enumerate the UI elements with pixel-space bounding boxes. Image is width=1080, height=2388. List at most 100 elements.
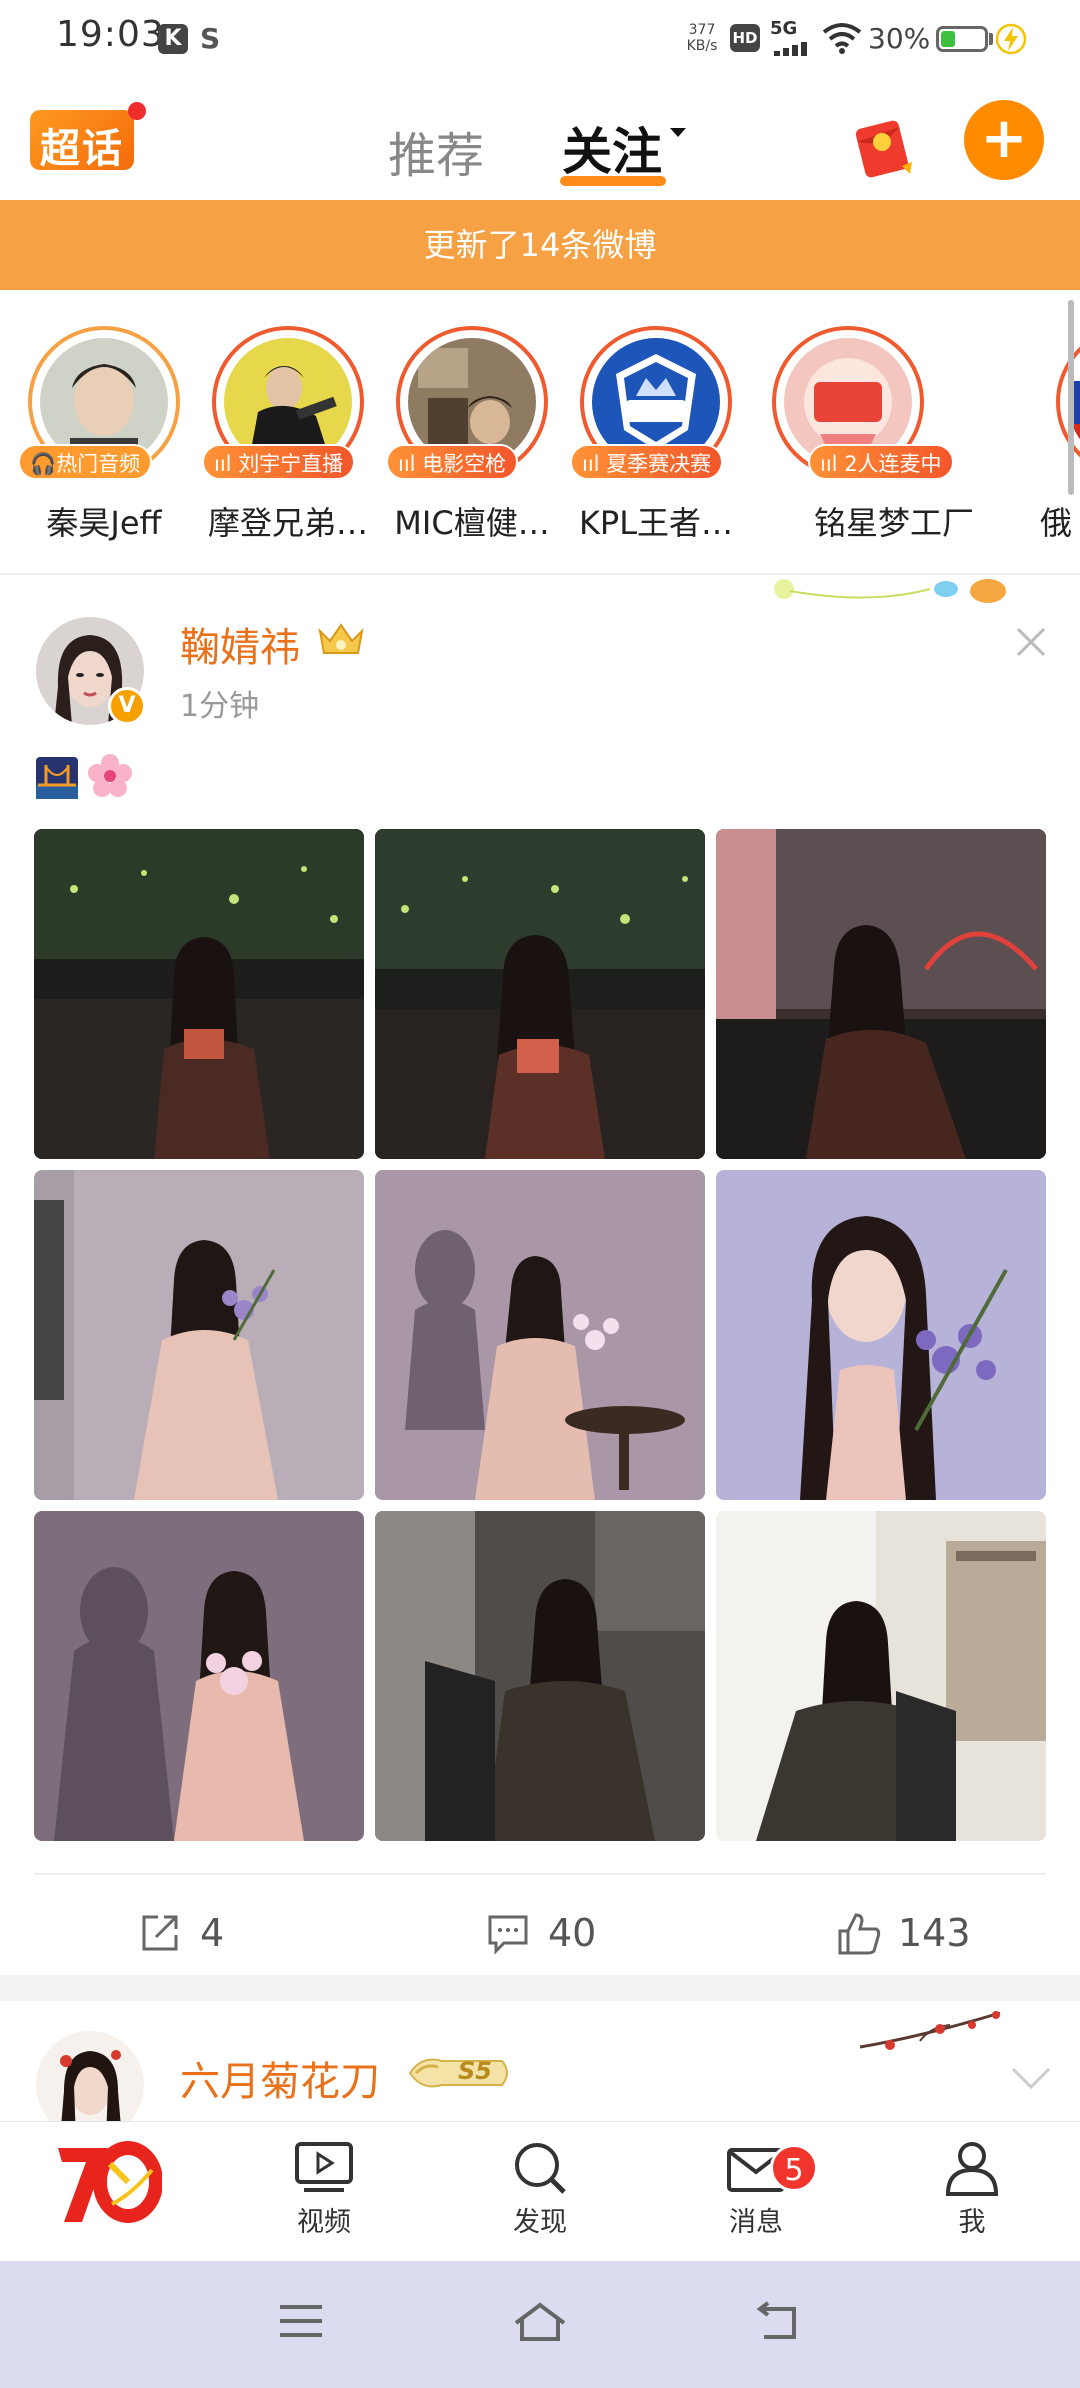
audio-bars-icon: ııl — [820, 452, 845, 476]
thumbs-up-icon — [838, 1913, 881, 1955]
post-time: 1分钟 — [180, 689, 260, 724]
post-text — [36, 753, 133, 803]
hd-icon: HD — [730, 24, 760, 52]
bridge-night-emoji — [36, 757, 78, 799]
system-nav-bar — [0, 2261, 1080, 2388]
tab-following[interactable]: 关注 — [562, 112, 662, 184]
status-bar: 19:03 K S 377 KB/s HD 5G 30% — [0, 0, 1080, 80]
compose-plus-button[interactable]: + — [964, 100, 1044, 180]
crown-badge-icon — [318, 623, 364, 654]
comment-count: 40 — [548, 1911, 597, 1955]
battery-cap — [989, 33, 993, 45]
nav-video[interactable]: 视频 — [254, 2140, 394, 2239]
top-header: 超话 推荐 关注 + — [0, 80, 1080, 200]
story-tag-label: 2人连麦中 — [844, 452, 942, 476]
charging-icon — [996, 23, 1026, 55]
wifi-icon — [822, 23, 862, 54]
nav-label: 我 — [958, 2207, 986, 2238]
story-tag: ııl 2人连麦中 — [808, 444, 954, 480]
home-icon[interactable] — [512, 2301, 568, 2343]
story-name: 秦昊Jeff — [46, 504, 162, 542]
chevron-down-icon[interactable] — [670, 128, 686, 137]
post-image[interactable] — [34, 1170, 364, 1500]
post-image[interactable] — [375, 829, 705, 1159]
actions-divider — [34, 1873, 1046, 1875]
author-name[interactable]: 鞠婧祎 — [180, 615, 300, 673]
story-scrollbar[interactable] — [1068, 300, 1074, 495]
comment-icon — [488, 1915, 528, 1955]
story-name: 铭星梦工厂 — [813, 504, 974, 542]
nav-messages[interactable]: 消息 5 — [686, 2140, 826, 2239]
story-name: 俄 — [1040, 504, 1073, 542]
post-image[interactable] — [34, 829, 364, 1159]
app-k-icon: K — [158, 24, 188, 54]
author-name[interactable]: 六月菊花刀 — [180, 2049, 380, 2107]
story-tag: ııl 夏季赛决赛 — [570, 444, 724, 480]
story-tag-label: 热门音频 — [56, 452, 141, 476]
network-type: 5G — [770, 18, 798, 39]
cherry-blossom-emoji — [88, 754, 133, 797]
headphones-icon: 🎧 — [30, 452, 57, 476]
back-icon[interactable] — [756, 2301, 802, 2343]
post-image[interactable] — [716, 1511, 1046, 1841]
video-icon — [295, 2142, 353, 2192]
sleeping-cat-decoration-icon — [774, 579, 1006, 603]
level-badge: S5 — [402, 2053, 514, 2097]
nav-profile[interactable]: 我 — [902, 2140, 1042, 2239]
chaohua-logo[interactable]: 超话 — [30, 110, 134, 172]
audio-bars-icon: ııl — [214, 452, 239, 476]
tab-recommend[interactable]: 推荐 — [388, 116, 484, 186]
menu-icon[interactable] — [278, 2301, 324, 2341]
verified-badge: V — [108, 687, 146, 725]
post-separator — [0, 1975, 1080, 2001]
active-tab-indicator — [560, 176, 666, 186]
signal-icon — [774, 42, 807, 56]
post-image[interactable] — [716, 829, 1046, 1159]
level-badge-text: S5 — [458, 2057, 492, 2085]
story-tag: ııl 电影空枪 — [386, 444, 519, 480]
battery-icon — [936, 26, 988, 52]
home-tab[interactable] — [52, 2134, 163, 2238]
feed-post-2: 六月菊花刀 S5 — [0, 2001, 1080, 2121]
battery-percent: 30% — [868, 22, 931, 55]
notification-dot — [128, 102, 146, 120]
person-icon — [945, 2142, 999, 2196]
battery-fill — [941, 31, 955, 47]
net-speed-value: 377 — [688, 22, 716, 38]
story-tag: ııl 刘宇宁直播 — [202, 444, 356, 480]
net-speed: 377 KB/s — [682, 22, 722, 54]
author-avatar[interactable] — [36, 2031, 144, 2121]
post-image[interactable] — [375, 1511, 705, 1841]
repost-icon — [142, 1915, 178, 1951]
close-icon[interactable] — [1014, 625, 1048, 659]
story-tag-label: 电影空枪 — [422, 452, 507, 476]
audio-bars-icon: ııl — [398, 452, 423, 476]
net-speed-unit: KB/s — [686, 38, 718, 54]
bottom-nav: 视频 发现 消息 5 我 — [0, 2121, 1080, 2261]
like-count: 143 — [898, 1911, 971, 1955]
feed-post: V 鞠婧祎 1分钟 4 40 143 — [0, 575, 1080, 1975]
story-tag-label: 刘宇宁直播 — [238, 452, 344, 476]
story-tag-label: 夏季赛决赛 — [606, 452, 712, 476]
update-banner[interactable]: 更新了14条微博 — [0, 200, 1080, 290]
plum-branch-decoration-icon — [860, 2011, 1001, 2050]
unread-badge: 5 — [770, 2144, 818, 2192]
nav-discover[interactable]: 发现 — [470, 2140, 610, 2239]
story-row[interactable]: 🎧热门音频 秦昊Jeff ııl 刘宇宁直播 摩登兄弟… ııl 电影空枪 MI… — [0, 290, 1080, 575]
red-packet-icon[interactable] — [852, 114, 916, 178]
story-name: 摩登兄弟… — [207, 504, 368, 542]
nav-label: 视频 — [297, 2207, 351, 2238]
post-image[interactable] — [375, 1170, 705, 1500]
nav-label: 消息 — [729, 2207, 783, 2238]
home-70-logo-icon — [58, 2141, 163, 2223]
logo-text: 超话 — [40, 126, 124, 172]
chevron-down-icon[interactable] — [1010, 2065, 1052, 2091]
post-image[interactable] — [716, 1170, 1046, 1500]
post-image[interactable] — [34, 1511, 364, 1841]
story-name: KPL王者… — [578, 504, 734, 542]
audio-bars-icon: ııl — [582, 452, 607, 476]
app-s-icon: S — [200, 22, 221, 55]
nav-label: 发现 — [513, 2207, 567, 2238]
story-name: MIC檀健… — [394, 504, 550, 542]
repost-count: 4 — [200, 1911, 225, 1955]
